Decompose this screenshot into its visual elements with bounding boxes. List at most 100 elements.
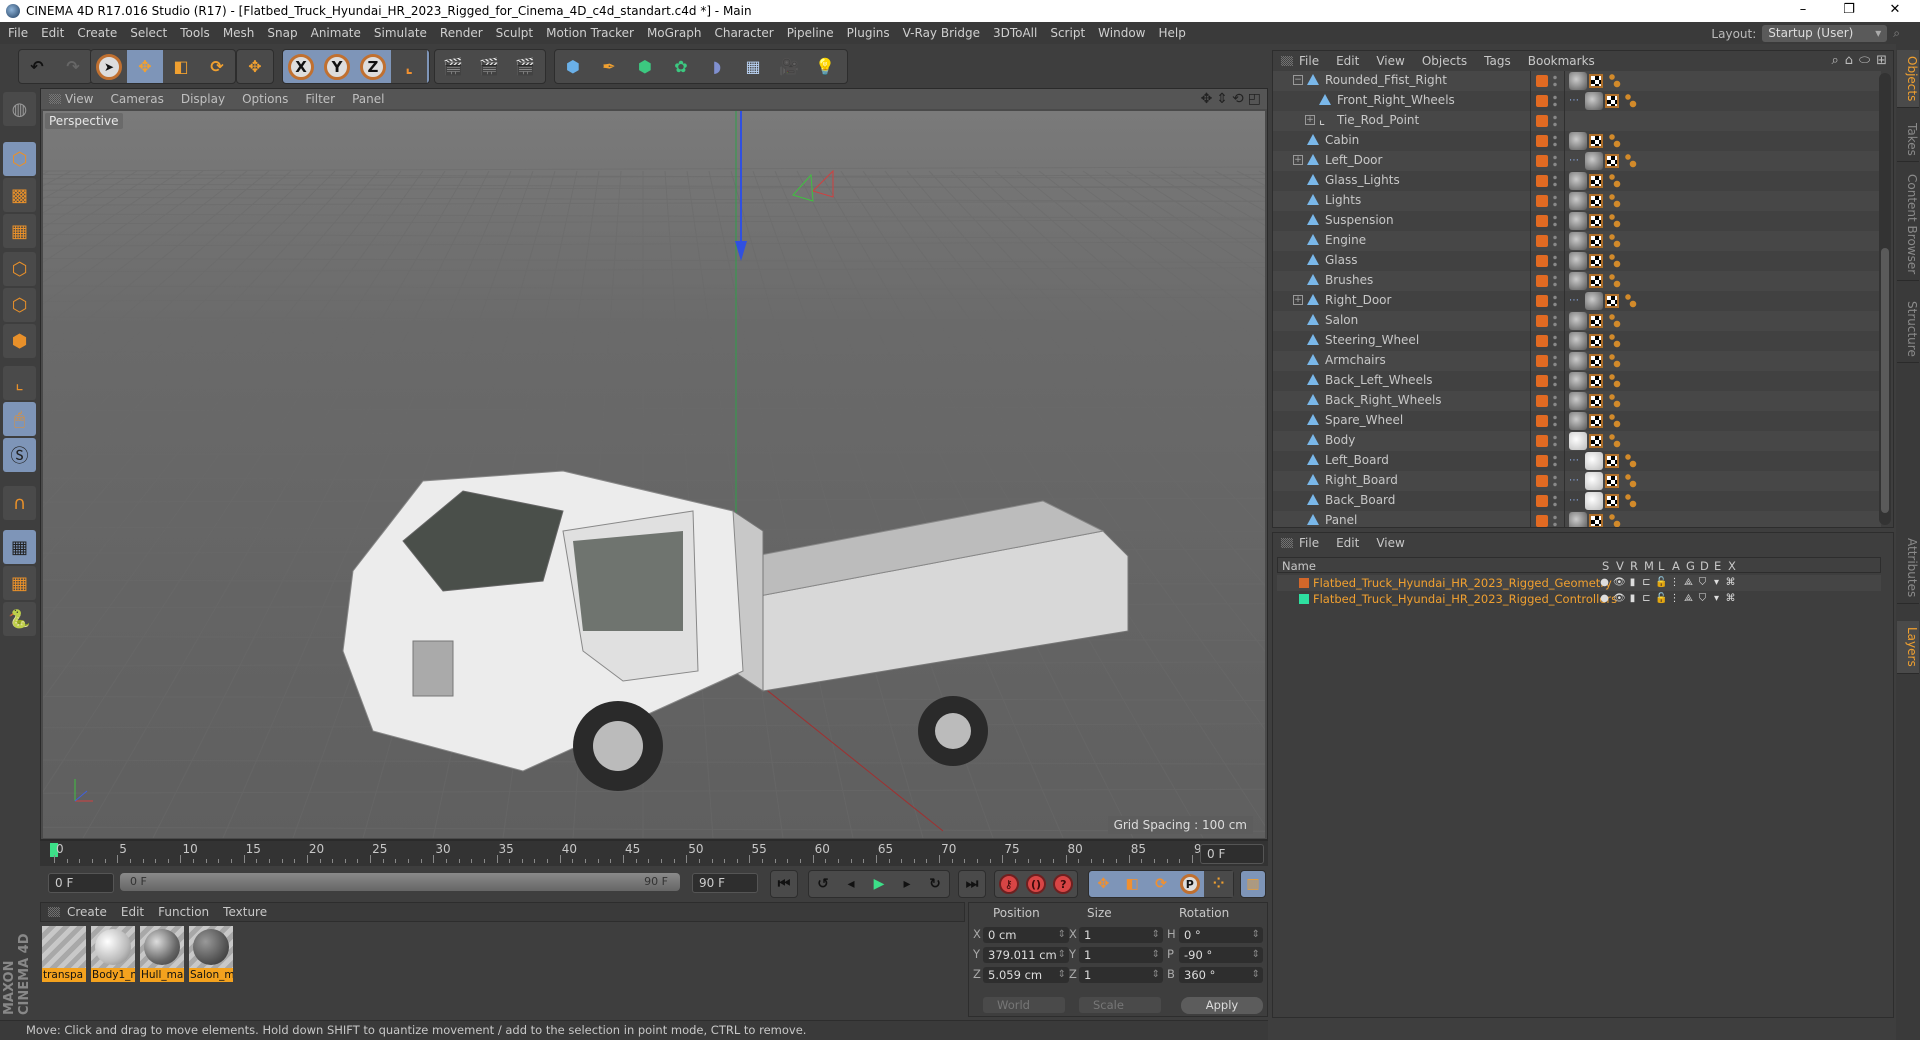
object-menu-tags[interactable]: Tags xyxy=(1484,54,1511,68)
visibility-dots-icon[interactable] xyxy=(1553,94,1557,108)
key-rotation-icon[interactable]: ⟳ xyxy=(1147,871,1176,897)
visibility-dots-icon[interactable] xyxy=(1553,134,1557,148)
floor-icon[interactable]: ▦ xyxy=(735,50,771,83)
apply-button[interactable]: Apply xyxy=(1181,997,1263,1014)
object-name[interactable]: Right_Door xyxy=(1325,293,1391,307)
layer-color-icon[interactable] xyxy=(1536,415,1548,427)
layer-color-swatch[interactable] xyxy=(1299,594,1309,604)
layer-menu-edit[interactable]: Edit xyxy=(1336,536,1359,550)
layer-menu-file[interactable]: File xyxy=(1299,536,1319,550)
axis-mode-icon[interactable]: ⌞ xyxy=(3,366,36,400)
minimize-button[interactable]: – xyxy=(1780,0,1826,22)
side-tab-layers[interactable]: Layers xyxy=(1897,621,1919,674)
object-menu-file[interactable]: File xyxy=(1299,54,1319,68)
cloner-icon[interactable]: ✿ xyxy=(663,50,699,83)
solo-toggle-icon[interactable]: ● xyxy=(1599,577,1610,588)
object-manager-scrollbar[interactable] xyxy=(1879,73,1891,525)
object-name[interactable]: Cabin xyxy=(1325,133,1359,147)
object-row[interactable]: Cabin xyxy=(1273,131,1881,151)
render-picture-viewer-icon[interactable]: 🎬 xyxy=(471,50,507,83)
new-window-icon[interactable]: ⊞ xyxy=(1876,53,1887,68)
menu-mesh[interactable]: Mesh xyxy=(223,26,255,40)
object-row[interactable]: Panel xyxy=(1273,511,1881,527)
visibility-dots-icon[interactable] xyxy=(1553,154,1557,168)
menu-render[interactable]: Render xyxy=(440,26,483,40)
hierarchy-tag-icon[interactable]: ⋯ xyxy=(1569,95,1583,107)
material-tag-icon[interactable] xyxy=(1569,512,1587,527)
material-tag-icon[interactable] xyxy=(1569,392,1587,410)
texture-tag-icon[interactable] xyxy=(1605,294,1619,308)
close-button[interactable]: ✕ xyxy=(1872,0,1918,22)
layer-row[interactable]: Flatbed_Truck_Hyundai_HR_2023_Rigged_Con… xyxy=(1277,591,1881,607)
object-name[interactable]: Suspension xyxy=(1325,213,1394,227)
undo-icon[interactable]: ↶ xyxy=(19,50,55,83)
truck-model[interactable] xyxy=(342,470,1129,791)
hierarchy-tag-icon[interactable]: ⋯ xyxy=(1569,475,1583,487)
object-row[interactable]: Armchairs xyxy=(1273,351,1881,371)
layer-column-g[interactable]: G xyxy=(1686,559,1695,573)
material-tag-icon[interactable] xyxy=(1569,272,1587,290)
object-row[interactable]: Steering_Wheel xyxy=(1273,331,1881,351)
dolly-icon[interactable]: ⇕ xyxy=(1216,91,1228,107)
object-name[interactable]: Back_Right_Wheels xyxy=(1325,393,1442,407)
texture-tag-icon[interactable] xyxy=(1589,174,1603,188)
layer-color-swatch[interactable] xyxy=(1299,578,1309,588)
layer-color-icon[interactable] xyxy=(1536,175,1548,187)
generators-toggle-icon[interactable]: ⟁ xyxy=(1683,577,1694,588)
visibility-dots-icon[interactable] xyxy=(1553,454,1557,468)
viewport-menu-options[interactable]: Options xyxy=(242,92,288,106)
visible-toggle-icon[interactable]: 👁 xyxy=(1613,577,1626,588)
position-x-field[interactable]: 0 cm xyxy=(983,927,1069,943)
material-tag-icon[interactable] xyxy=(1569,192,1587,210)
prev-key-icon[interactable]: ↺ xyxy=(809,871,837,897)
layer-column-a[interactable]: A xyxy=(1672,559,1680,573)
texture-tag-icon[interactable] xyxy=(1589,234,1603,248)
menu-motion-tracker[interactable]: Motion Tracker xyxy=(546,26,634,40)
viewport-menu-view[interactable]: View xyxy=(65,92,93,106)
object-row[interactable]: Right_Board ⋯ xyxy=(1273,471,1881,491)
manager-toggle-icon[interactable]: ⊏ xyxy=(1641,593,1652,604)
visibility-dots-icon[interactable] xyxy=(1553,74,1557,88)
autokey-icon[interactable]: () xyxy=(1022,871,1049,897)
viewport-menu-display[interactable]: Display xyxy=(181,92,225,106)
object-row[interactable]: + Left_Door ⋯ xyxy=(1273,151,1881,171)
layer-color-icon[interactable] xyxy=(1536,375,1548,387)
selection-tag-icon[interactable] xyxy=(1609,174,1621,188)
texture-tag-icon[interactable] xyxy=(1589,74,1603,88)
menu-mograph[interactable]: MoGraph xyxy=(647,26,702,40)
material-tag-icon[interactable] xyxy=(1569,332,1587,350)
object-name[interactable]: Glass_Lights xyxy=(1325,173,1400,187)
visibility-dots-icon[interactable] xyxy=(1553,254,1557,268)
menu-v-ray-bridge[interactable]: V-Ray Bridge xyxy=(903,26,980,40)
pen-spline-icon[interactable]: ✒ xyxy=(591,50,627,83)
texture-tag-icon[interactable] xyxy=(1605,154,1619,168)
restore-button[interactable]: ❐ xyxy=(1826,0,1872,22)
layer-name[interactable]: Flatbed_Truck_Hyundai_HR_2023_Rigged_Geo… xyxy=(1313,576,1612,590)
workplane-lock-icon[interactable]: ▦ xyxy=(3,530,36,564)
material-menu-edit[interactable]: Edit xyxy=(121,905,144,919)
material-tag-icon[interactable] xyxy=(1585,492,1603,510)
layer-color-icon[interactable] xyxy=(1536,495,1548,507)
deformers-toggle-icon[interactable]: ⛉ xyxy=(1697,577,1708,588)
lock-toggle-icon[interactable]: 🔓 xyxy=(1655,577,1667,588)
texture-tag-icon[interactable] xyxy=(1589,254,1603,268)
render-toggle-icon[interactable]: ▮ xyxy=(1627,577,1638,588)
hierarchy-tag-icon[interactable]: ⋯ xyxy=(1569,455,1583,467)
side-tab-attributes[interactable]: Attributes xyxy=(1897,532,1919,605)
selection-tag-icon[interactable] xyxy=(1609,274,1621,288)
panel-grip-handle[interactable] xyxy=(1281,56,1293,66)
object-row[interactable]: Back_Left_Wheels xyxy=(1273,371,1881,391)
rotation-h-field[interactable]: 0 ° xyxy=(1179,927,1263,943)
visibility-dots-icon[interactable] xyxy=(1553,354,1557,368)
layer-color-icon[interactable] xyxy=(1536,355,1548,367)
material-tag-icon[interactable] xyxy=(1569,172,1587,190)
search-icon[interactable]: ⌕ xyxy=(1893,26,1900,41)
render-view-icon[interactable]: 🎬 xyxy=(435,50,471,83)
menu-create[interactable]: Create xyxy=(77,26,117,40)
layer-column-d[interactable]: D xyxy=(1700,559,1709,573)
generators-toggle-icon[interactable]: ⟁ xyxy=(1683,593,1694,604)
menu-snap[interactable]: Snap xyxy=(267,26,297,40)
texture-tag-icon[interactable] xyxy=(1605,94,1619,108)
texture-tag-icon[interactable] xyxy=(1589,134,1603,148)
keyframe-selection-icon[interactable]: ? xyxy=(1050,871,1077,897)
